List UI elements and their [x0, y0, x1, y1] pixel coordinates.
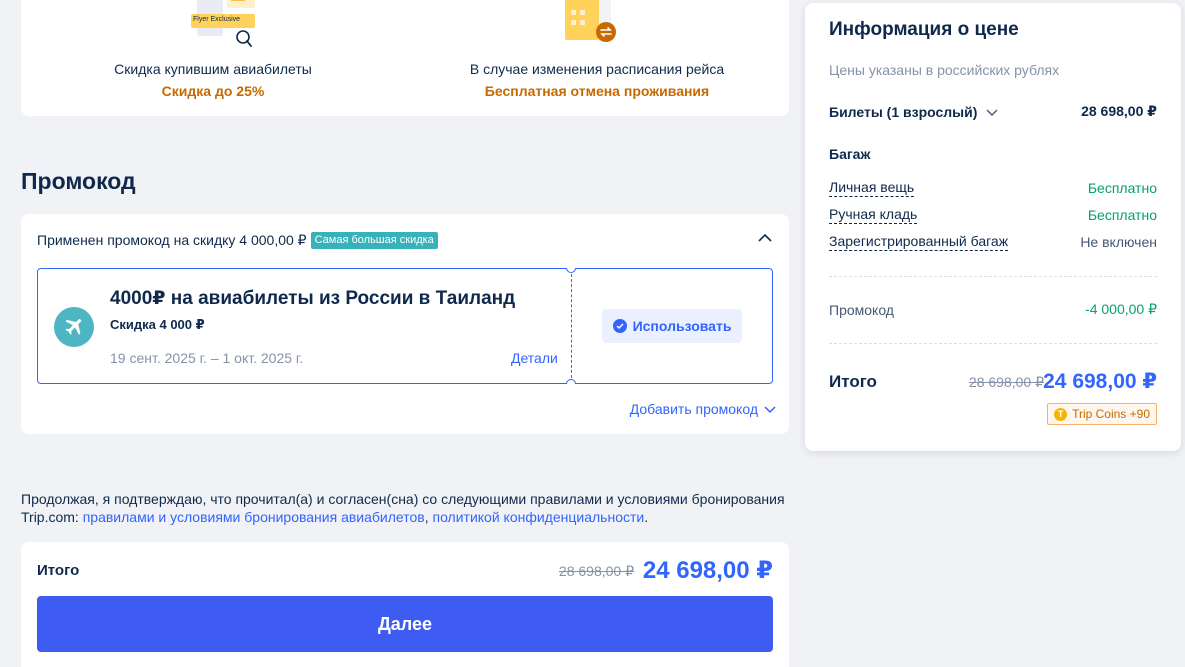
- baggage-item-value: Не включен: [1080, 234, 1157, 250]
- promo-applied-text: Применен промокод на скидку 4 000,00 ₽: [37, 232, 307, 248]
- baggage-item-value: Бесплатно: [1087, 207, 1157, 223]
- consent-end: .: [644, 509, 649, 525]
- consent-text: Продолжая, я подтверждаю, что прочитал(а…: [21, 490, 789, 526]
- hotel-cancel-illustration: [565, 0, 616, 42]
- tickets-label: Билеты (1 взрослый): [829, 103, 978, 120]
- total-old-price: 28 698,00 ₽: [968, 374, 1044, 390]
- airplane-icon: [54, 307, 94, 347]
- divider: [829, 276, 1157, 277]
- best-discount-badge: Самая большая скидка: [310, 232, 438, 249]
- baggage-item-label[interactable]: Зарегистрированный багаж: [829, 233, 1009, 251]
- flyer-exclusive-label: Flyer Exclusive: [193, 16, 241, 23]
- baggage-label: Багаж: [829, 146, 871, 162]
- coupon-card: 4000₽ на авиабилеты из России в Таиланд …: [37, 268, 773, 384]
- baggage-row-carry-on: Ручная кладь Бесплатно: [829, 206, 1157, 224]
- divider: [829, 343, 1157, 344]
- baggage-item-label[interactable]: Личная вещь: [829, 179, 915, 197]
- total-label: Итого: [829, 372, 877, 391]
- check-circle-icon: [612, 319, 627, 333]
- coupon-divider: [571, 269, 572, 383]
- baggage-row-personal: Личная вещь Бесплатно: [829, 179, 1157, 197]
- promo-label: Промокод: [829, 301, 894, 318]
- next-button[interactable]: Далее: [37, 596, 773, 652]
- coupon-dates: 19 сент. 2025 г. – 1 окт. 2025 г.: [110, 350, 304, 366]
- promo-row: Промокод -4 000,00 ₽: [829, 301, 1157, 318]
- add-promo-link[interactable]: Добавить промокод: [630, 401, 777, 417]
- benefit-title: Скидка купившим авиабилеты: [114, 61, 312, 77]
- currency-note: Цены указаны в российских рублях: [829, 62, 1060, 78]
- trip-coins-badge: T Trip Coins +90: [1047, 403, 1157, 425]
- tickets-value: 28 698,00 ₽: [1081, 103, 1157, 119]
- booking-rules-link[interactable]: правилами и условиями бронирования авиаб…: [83, 509, 425, 525]
- benefits-card: Flyer Exclusive Скидка купившим авиабиле…: [21, 0, 789, 116]
- promo-heading: Промокод: [21, 168, 136, 194]
- promo-value: -4 000,00 ₽: [1085, 301, 1157, 317]
- use-coupon-button[interactable]: Использовать: [602, 309, 742, 343]
- benefit-title: В случае изменения расписания рейса: [469, 61, 725, 77]
- bottom-old-price: 28 698,00 ₽: [558, 563, 634, 579]
- benefit-subtitle: Бесплатная отмена проживания: [484, 83, 710, 99]
- baggage-item-value: Бесплатно: [1087, 180, 1157, 196]
- use-coupon-label: Использовать: [632, 318, 732, 334]
- coupon-discount: Скидка 4 000 ₽: [110, 317, 205, 332]
- price-info-title: Информация о цене: [829, 19, 1019, 40]
- bottom-new-price: 24 698,00 ₽: [642, 557, 773, 584]
- promo-card: Применен промокод на скидку 4 000,00 ₽ С…: [21, 214, 789, 434]
- coupon-notch: [566, 268, 576, 273]
- chevron-up-icon[interactable]: [757, 230, 773, 246]
- tickets-row[interactable]: Билеты (1 взрослый) 28 698,00 ₽: [829, 103, 1157, 120]
- coupon-details-link[interactable]: Детали: [511, 350, 558, 366]
- total-new-price: 24 698,00 ₽: [1043, 370, 1157, 393]
- coin-icon: T: [1054, 407, 1068, 421]
- bottom-total-card: Итого 28 698,00 ₽ 24 698,00 ₽ Далее: [21, 542, 789, 667]
- coupon-title: 4000₽ на авиабилеты из России в Таиланд: [110, 288, 516, 309]
- flyer-exclusive-illustration: [191, 0, 255, 47]
- baggage-item-label[interactable]: Ручная кладь: [829, 206, 918, 224]
- chevron-down-icon: [764, 406, 776, 414]
- benefit-subtitle: Скидка до 25%: [161, 83, 265, 99]
- price-info-card: Информация о цене Цены указаны в российс…: [805, 3, 1181, 451]
- add-promo-label: Добавить промокод: [629, 401, 758, 417]
- bottom-total-label: Итого: [37, 562, 80, 579]
- trip-coins-label: Trip Coins +90: [1072, 407, 1150, 421]
- chevron-down-icon: [986, 109, 998, 116]
- privacy-policy-link[interactable]: политикой конфиденциальности: [432, 509, 644, 525]
- baggage-row-checked: Зарегистрированный багаж Не включен: [829, 233, 1157, 251]
- coupon-notch: [566, 379, 576, 384]
- promo-applied-line: Применен промокод на скидку 4 000,00 ₽ С…: [37, 232, 438, 249]
